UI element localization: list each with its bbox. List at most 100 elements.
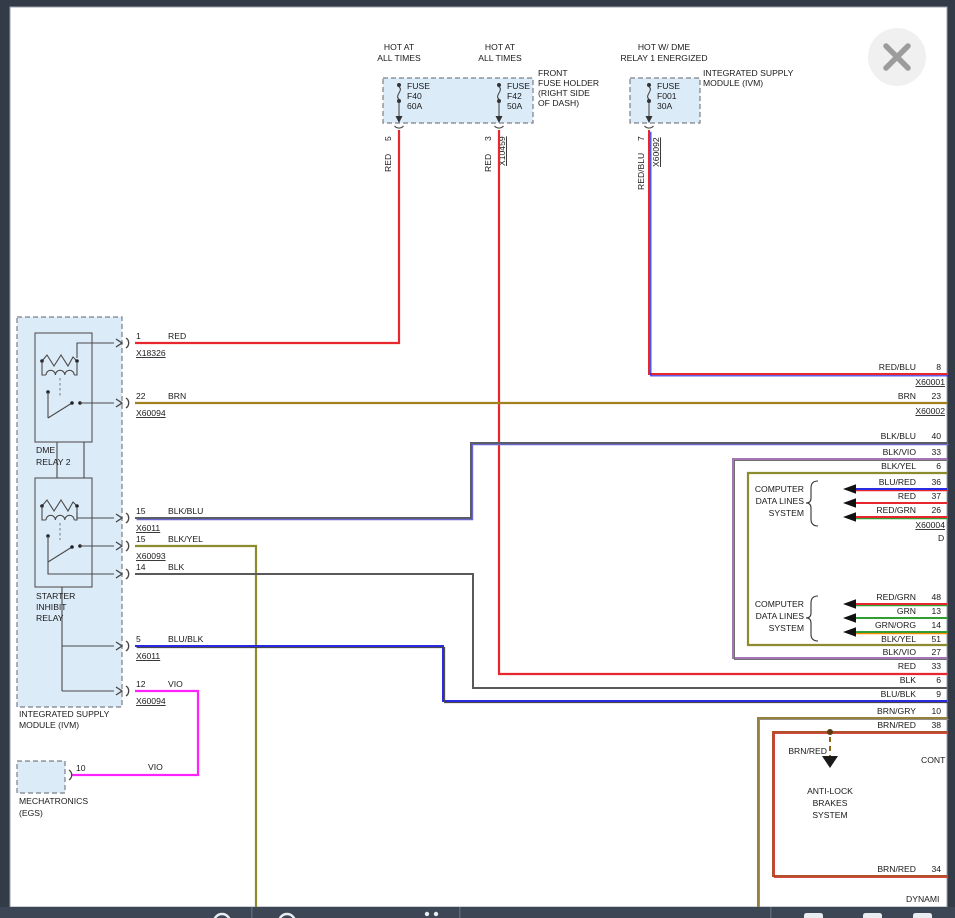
svg-text:RED: RED — [898, 661, 916, 671]
svg-text:3: 3 — [483, 136, 493, 141]
svg-text:1: 1 — [136, 331, 141, 341]
panel-icon[interactable] — [863, 913, 882, 918]
svg-text:7: 7 — [636, 136, 646, 141]
svg-text:ANTI-LOCK: ANTI-LOCK — [807, 786, 853, 796]
svg-text:BLK/BLU: BLK/BLU — [881, 431, 916, 441]
svg-text:X60092: X60092 — [651, 137, 661, 167]
svg-text:STARTER: STARTER — [36, 591, 75, 601]
svg-text:BRN: BRN — [898, 391, 916, 401]
svg-text:RED/BLU: RED/BLU — [636, 153, 646, 190]
svg-text:27: 27 — [931, 647, 941, 657]
svg-text:33: 33 — [931, 447, 941, 457]
svg-text:6: 6 — [936, 675, 941, 685]
svg-text:60A: 60A — [407, 101, 423, 111]
svg-text:INTEGRATED SUPPLY: INTEGRATED SUPPLY — [19, 709, 110, 719]
svg-text:RED/GRN: RED/GRN — [876, 592, 916, 602]
svg-text:COMPUTER: COMPUTER — [755, 484, 804, 494]
svg-text:X18326: X18326 — [136, 348, 166, 358]
vio-wire-label: VIO — [148, 762, 163, 772]
svg-text:SYSTEM: SYSTEM — [769, 623, 804, 633]
svg-text:BLK/VIO: BLK/VIO — [883, 447, 917, 457]
svg-text:14: 14 — [136, 562, 146, 572]
dynamic-label-partial: DYNAMI — [906, 894, 939, 904]
svg-text:HOT AT: HOT AT — [485, 42, 516, 52]
svg-text:INHIBIT: INHIBIT — [36, 602, 67, 612]
svg-text:36: 36 — [931, 477, 941, 487]
svg-text:X60001: X60001 — [915, 377, 945, 387]
svg-text:X60002: X60002 — [915, 406, 945, 416]
svg-text:HOT AT: HOT AT — [384, 42, 415, 52]
svg-text:14: 14 — [931, 620, 941, 630]
svg-text:22: 22 — [136, 391, 146, 401]
svg-text:50A: 50A — [507, 101, 523, 111]
svg-text:RELAY: RELAY — [36, 613, 64, 623]
svg-text:8: 8 — [936, 362, 941, 372]
svg-text:15: 15 — [136, 506, 146, 516]
close-button[interactable] — [868, 28, 926, 86]
continued-label-partial: CONT — [921, 755, 946, 765]
svg-text:FUSE: FUSE — [407, 81, 430, 91]
svg-text:GRN: GRN — [897, 606, 916, 616]
svg-text:BRN: BRN — [168, 391, 186, 401]
svg-text:BLK: BLK — [168, 562, 185, 572]
svg-text:BLK: BLK — [900, 675, 917, 685]
svg-text:BLU/BLK: BLU/BLK — [881, 689, 917, 699]
svg-text:BRN/RED: BRN/RED — [877, 864, 916, 874]
svg-text:RED/GRN: RED/GRN — [876, 505, 916, 515]
svg-text:DATA LINES: DATA LINES — [756, 496, 805, 506]
svg-text:DATA LINES: DATA LINES — [756, 611, 805, 621]
svg-text:RED: RED — [383, 154, 393, 172]
mechatronics-box — [17, 761, 65, 793]
svg-text:26: 26 — [931, 505, 941, 515]
svg-text:OF DASH): OF DASH) — [538, 98, 579, 108]
svg-text:34: 34 — [931, 864, 941, 874]
svg-text:FUSE HOLDER: FUSE HOLDER — [538, 78, 599, 88]
abs-label: ANTI-LOCK BRAKES SYSTEM — [807, 786, 853, 820]
svg-text:FUSE: FUSE — [657, 81, 680, 91]
svg-text:RED/BLU: RED/BLU — [879, 362, 916, 372]
svg-text:COMPUTER: COMPUTER — [755, 599, 804, 609]
ivm-module-box — [17, 317, 122, 707]
svg-text:48: 48 — [931, 592, 941, 602]
svg-text:(EGS): (EGS) — [19, 808, 43, 818]
svg-text:RELAY 2: RELAY 2 — [36, 457, 71, 467]
svg-text:9: 9 — [936, 689, 941, 699]
panel-icon[interactable] — [913, 913, 932, 918]
svg-text:F40: F40 — [407, 91, 422, 101]
svg-text:X60004: X60004 — [915, 520, 945, 530]
junction-dot — [827, 729, 833, 735]
mechatronics-pin-number: 10 — [76, 763, 86, 773]
svg-text:BLK/YEL: BLK/YEL — [881, 634, 916, 644]
diagram-canvas[interactable] — [10, 7, 947, 907]
diagram-viewer-window: HOT AT ALL TIMES HOT AT ALL TIMES HOT W/… — [0, 0, 955, 918]
svg-text:33: 33 — [931, 661, 941, 671]
svg-text:BLK/VIO: BLK/VIO — [883, 647, 917, 657]
svg-text:ALL TIMES: ALL TIMES — [377, 53, 421, 63]
svg-text:RED: RED — [483, 154, 493, 172]
svg-text:RED: RED — [898, 491, 916, 501]
svg-text:BLU/BLK: BLU/BLK — [168, 634, 204, 644]
svg-text:BLU/RED: BLU/RED — [879, 477, 916, 487]
bottom-toolbar — [0, 907, 955, 918]
svg-text:BRN/RED: BRN/RED — [877, 720, 916, 730]
svg-text:X60094: X60094 — [136, 696, 166, 706]
svg-text:F42: F42 — [507, 91, 522, 101]
svg-text:SYSTEM: SYSTEM — [769, 508, 804, 518]
panel-icon[interactable] — [804, 913, 823, 918]
svg-text:FUSE: FUSE — [507, 81, 530, 91]
svg-text:VIO: VIO — [168, 679, 183, 689]
svg-text:FRONT: FRONT — [538, 68, 568, 78]
svg-text:X6011: X6011 — [136, 523, 160, 533]
svg-text:6: 6 — [936, 461, 941, 471]
svg-text:X60094: X60094 — [136, 408, 166, 418]
svg-text:X6011: X6011 — [136, 651, 160, 661]
svg-text:12: 12 — [136, 679, 146, 689]
svg-text:D: D — [938, 533, 944, 543]
svg-text:BRN/GRY: BRN/GRY — [877, 706, 916, 716]
svg-text:F001: F001 — [657, 91, 677, 101]
svg-text:BRAKES: BRAKES — [813, 798, 848, 808]
svg-text:38: 38 — [931, 720, 941, 730]
svg-text:ALL TIMES: ALL TIMES — [478, 53, 522, 63]
svg-text:BLK/YEL: BLK/YEL — [881, 461, 916, 471]
svg-text:DME: DME — [36, 445, 55, 455]
